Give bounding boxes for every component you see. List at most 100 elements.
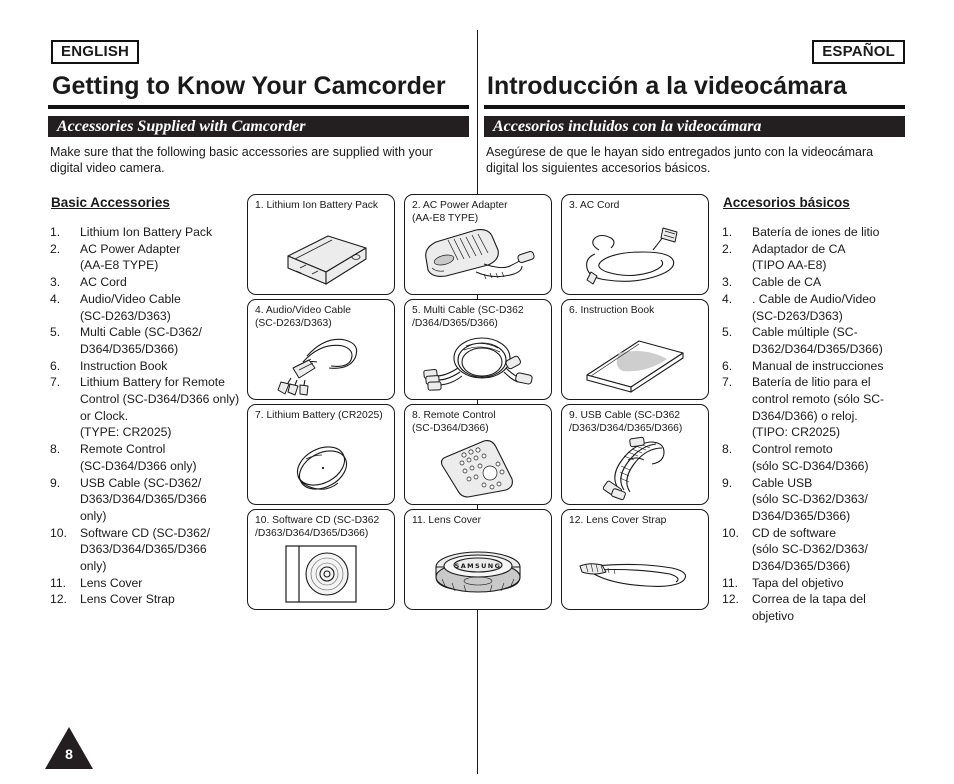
accessory-cell: 5. Multi Cable (SC-D362 /D364/D365/D366) — [404, 299, 552, 400]
accessory-cell-caption: 5. Multi Cable (SC-D362 /D364/D365/D366) — [412, 305, 524, 329]
language-badge-english: ENGLISH — [51, 40, 140, 64]
usb-cable-illustration — [562, 436, 708, 502]
title-rule-english — [48, 105, 469, 109]
accessory-cell-caption: 9. USB Cable (SC-D362 /D363/D364/D365/D3… — [569, 410, 683, 434]
list-item-label: Cable USB (sólo SC-D362/D363/ D364/D365/… — [752, 475, 868, 523]
list-item-label: Adaptador de CA (TIPO AA-E8) — [752, 241, 846, 273]
list-item: 5. Cable múltiple (SC- D362/D364/D365/D36… — [722, 324, 907, 357]
list-item: 3. Cable de CA — [722, 274, 907, 291]
accessory-cell-caption: 7. Lithium Battery (CR2025) — [255, 410, 383, 421]
list-item-label: Control remoto (sólo SC-D364/D366) — [752, 442, 869, 473]
list-item-label: Batería de iones de litio — [752, 225, 880, 239]
list-item-label: Cable múltiple (SC- D362/D364/D365/D366) — [752, 325, 883, 356]
list-item-label: . Cable de Audio/Video (SC-D263/D363) — [752, 291, 876, 323]
accessory-cell-caption: 12. Lens Cover Strap — [569, 515, 667, 526]
list-item-number: 7. — [722, 375, 733, 390]
list-item-label: Audio/Video Cable (SC-D263/D363) — [80, 291, 181, 323]
accessory-cell: 6. Instruction Book — [561, 299, 709, 400]
accessory-cell-caption: 11. Lens Cover — [412, 515, 482, 526]
list-item: 4. . Cable de Audio/Video (SC-D263/D363) — [722, 291, 907, 324]
accessory-cell-caption: 1. Lithium Ion Battery Pack — [255, 200, 379, 211]
list-item-number: 2. — [50, 241, 61, 256]
list-item: 5. Multi Cable (SC-D362/ D364/D365/D366) — [50, 324, 240, 357]
accessory-image-grid: 1. Lithium Ion Battery Pack 2. AC Power … — [247, 194, 709, 610]
accessory-cell: 2. AC Power Adapter (AA-E8 TYPE) — [404, 194, 552, 295]
list-item-number: 3. — [722, 275, 733, 290]
page-title-english: Getting to Know Your Camcorder — [52, 72, 446, 100]
list-item-number: 9. — [722, 475, 733, 490]
accessory-cell-caption: 10. Software CD (SC-D362 /D363/D364/D365… — [255, 515, 380, 539]
list-item: 6. Instruction Book — [50, 358, 240, 375]
section-bar-english: Accessories Supplied with Camcorder — [48, 116, 469, 137]
list-item: 10. Software CD (SC-D362/ D363/D364/D365/… — [50, 525, 240, 575]
multi-cable-illustration — [405, 331, 551, 397]
list-item-label: Lithium Battery for Remote Control (SC-D… — [80, 375, 240, 440]
list-item: 8. Remote Control (SC-D364/D366 only) — [50, 441, 240, 474]
list-item-number: 8. — [50, 442, 61, 457]
list-item-number: 5. — [50, 325, 61, 340]
intro-paragraph-spanish: Asegúrese de que le hayan sido entregado… — [486, 145, 874, 175]
ac-power-adapter-illustration — [405, 226, 551, 292]
list-item: 4. Audio/Video Cable (SC-D263/D363) — [50, 291, 240, 324]
section-bar-spanish: Accesorios incluidos con la videocámara — [484, 116, 905, 137]
list-item-number: 1. — [50, 225, 61, 239]
list-item-number: 3. — [50, 275, 61, 290]
list-item: 2. AC Power Adapter (AA-E8 TYPE) — [50, 241, 240, 274]
list-item-number: 4. — [722, 291, 733, 306]
list-heading-english: Basic Accessories — [51, 195, 170, 210]
accessory-cell: 11. Lens Cover SAMSUNG — [404, 509, 552, 610]
accessory-cell-caption: 6. Instruction Book — [569, 305, 655, 316]
accessory-list-english: 1. Lithium Ion Battery Pack 2. AC Power Ada… — [50, 224, 240, 608]
list-item: 11. Tapa del objetivo — [722, 575, 907, 592]
list-item-label: Manual de instrucciones — [752, 358, 884, 373]
list-item: 3. AC Cord — [50, 274, 240, 291]
list-item-number: 5. — [722, 325, 733, 340]
accessory-cell: 7. Lithium Battery (CR2025) — [247, 404, 395, 505]
accessory-cell-caption: 2. AC Power Adapter (AA-E8 TYPE) — [412, 200, 508, 224]
list-item-number: 11. — [50, 575, 67, 590]
page-number-value: 8 — [65, 746, 73, 762]
list-item-label: Multi Cable (SC-D362/ D364/D365/D366) — [80, 325, 202, 356]
list-item: 6. Manual de instrucciones — [722, 358, 907, 375]
list-item-label: Correa de la tapa del objetivo — [752, 592, 866, 624]
list-item-label: AC Power Adapter (AA-E8 TYPE) — [80, 241, 181, 273]
list-heading-spanish: Accesorios básicos — [723, 195, 850, 210]
list-item: 11. Lens Cover — [50, 575, 240, 592]
lens-cover-strap-illustration — [562, 541, 708, 607]
instruction-book-illustration — [562, 331, 708, 397]
list-item-number: 8. — [722, 442, 733, 457]
remote-control-illustration — [405, 436, 551, 502]
lens-cover-illustration: SAMSUNG — [405, 541, 551, 607]
list-item-number: 6. — [722, 358, 733, 373]
list-item: 8. Control remoto (sólo SC-D364/D366) — [722, 441, 907, 474]
accessory-cell-caption: 8. Remote Control (SC-D364/D366) — [412, 410, 496, 434]
list-item-number: 10. — [50, 525, 67, 540]
accessory-cell: 10. Software CD (SC-D362 /D363/D364/D365… — [247, 509, 395, 610]
list-item-label: Lens Cover Strap — [80, 592, 175, 607]
list-item: 2. Adaptador de CA (TIPO AA-E8) — [722, 241, 907, 274]
list-item-label: Batería de litio para el control remoto … — [752, 375, 885, 440]
accessory-cell-caption: 4. Audio/Video Cable (SC-D263/D363) — [255, 305, 351, 329]
list-item-label: Lithium Ion Battery Pack — [80, 225, 213, 239]
list-item-number: 9. — [50, 475, 61, 490]
language-badge-spanish: ESPAÑOL — [812, 40, 905, 64]
list-item-number: 10. — [722, 525, 739, 540]
list-item: 12. Lens Cover Strap — [50, 591, 240, 608]
list-item-label: AC Cord — [80, 275, 127, 290]
list-item-number: 1. — [722, 225, 733, 239]
accessory-cell-caption: 3. AC Cord — [569, 200, 620, 211]
list-item-number: 12. — [50, 592, 67, 607]
list-item-number: 11. — [722, 575, 739, 590]
list-item: 1. Batería de iones de litio — [722, 224, 907, 241]
list-item-label: Software CD (SC-D362/ D363/D364/D365/D36… — [80, 525, 211, 574]
list-item: 1. Lithium Ion Battery Pack — [50, 224, 240, 241]
list-item: 9. Cable USB (sólo SC-D362/D363/ D364/D36… — [722, 475, 907, 525]
accessory-cell: 3. AC Cord — [561, 194, 709, 295]
list-item-label: Tapa del objetivo — [752, 575, 844, 590]
list-item-label: Lens Cover — [80, 575, 143, 590]
accessory-list-spanish: 1. Batería de iones de litio 2. Adaptador d… — [722, 224, 907, 625]
list-item: 7. Lithium Battery for Remote Control (SC… — [50, 374, 240, 441]
list-item-number: 4. — [50, 291, 61, 306]
accessory-cell: 1. Lithium Ion Battery Pack — [247, 194, 395, 295]
list-item: 10. CD de software (sólo SC-D362/D363/ D3… — [722, 525, 907, 575]
